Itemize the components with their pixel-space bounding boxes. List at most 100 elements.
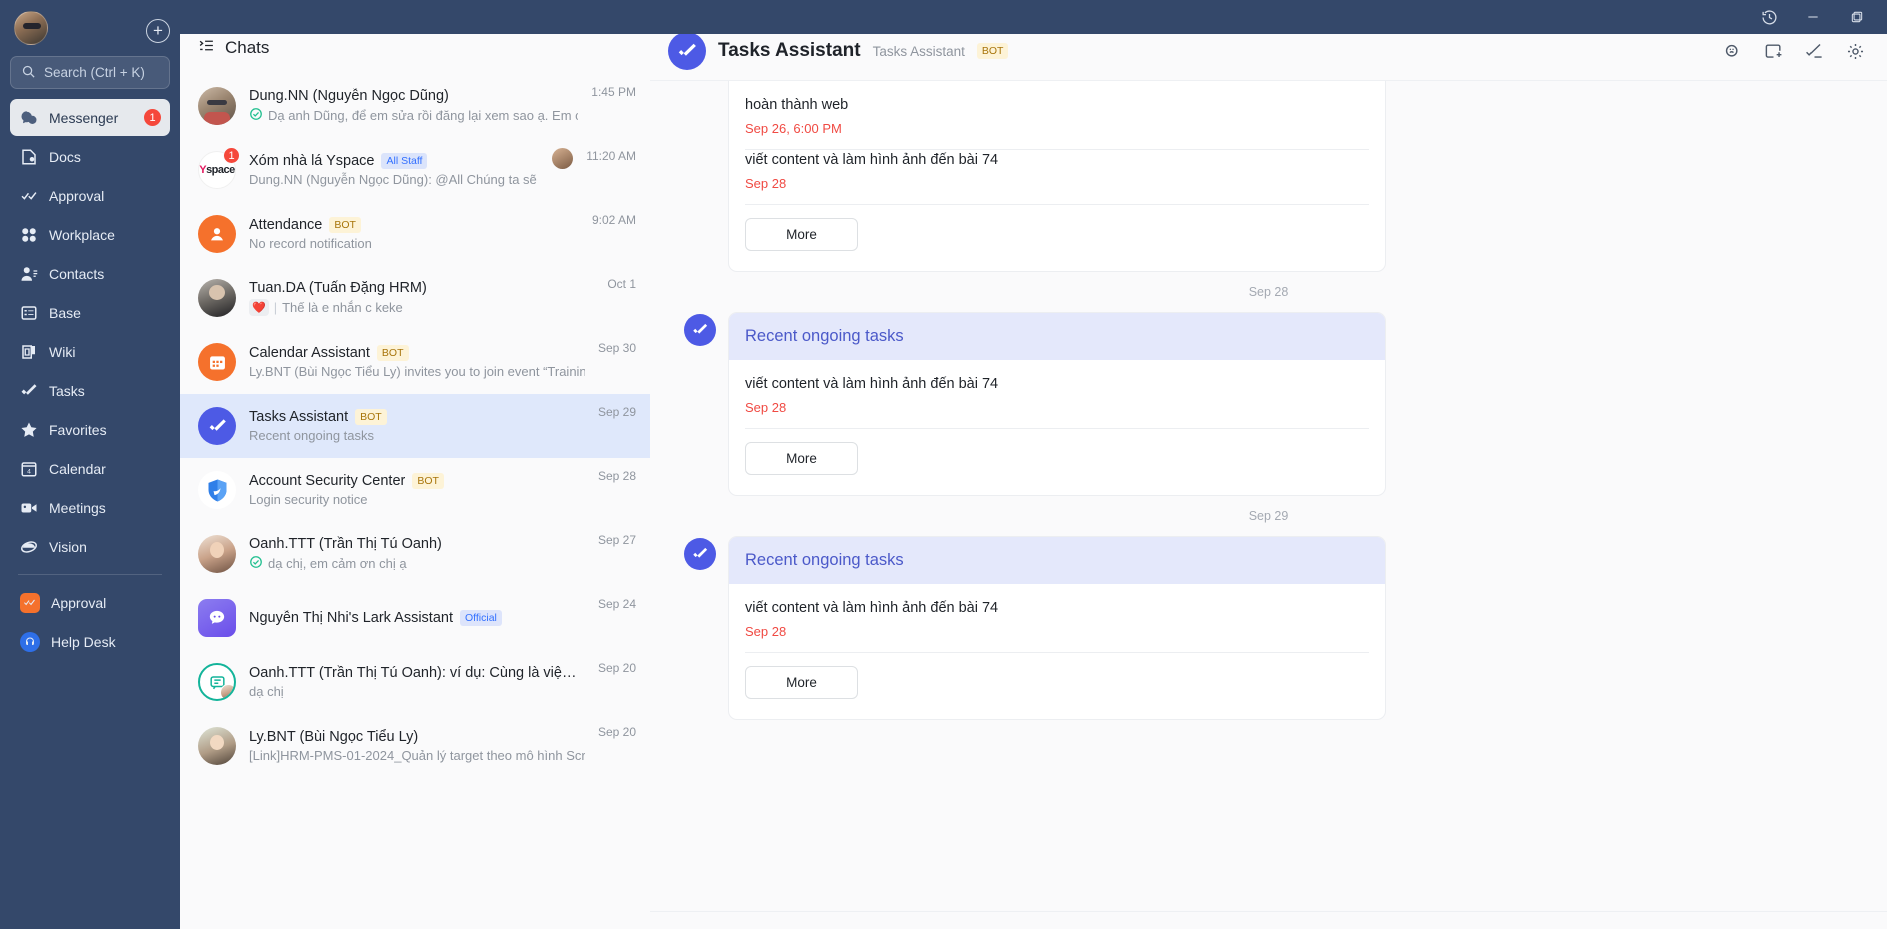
- chat-item-timestamp: Sep 20: [597, 725, 636, 739]
- sidebar-item-vision[interactable]: Vision: [10, 528, 170, 565]
- chat-list-item[interactable]: Yspace 1 Xóm nhà lá Yspace All Staff Dung.NN…: [180, 138, 650, 202]
- sidebar-app-approval[interactable]: Approval: [10, 584, 170, 621]
- chat-item-preview: No record notification: [249, 236, 579, 251]
- sidebar-item-label: Meetings: [49, 499, 106, 516]
- sidebar-item-docs[interactable]: Docs: [10, 138, 170, 175]
- sidebar-item-favorites[interactable]: Favorites: [10, 411, 170, 448]
- task-divider: [745, 652, 1369, 654]
- help-desk-icon: [20, 631, 40, 652]
- window-title-bar: [180, 0, 1887, 34]
- chat-item-timestamp: Sep 28: [597, 469, 636, 483]
- approval-app-icon: [20, 592, 40, 613]
- message-avatar: [684, 538, 716, 571]
- heart-reaction-icon: ❤️: [249, 299, 269, 316]
- task-item: viết content và làm hình ảnh đến bài 74 S…: [745, 374, 1369, 430]
- chat-list-item[interactable]: Calendar Assistant BOT Ly.BNT (Bùi Ngọc Ti…: [180, 330, 650, 394]
- unread-badge: 1: [223, 147, 240, 164]
- chat-item-name: Nguyễn Thị Nhi's Lark Assistant: [249, 610, 453, 626]
- chat-list-item[interactable]: Tasks Assistant BOT Recent ongoing tasks Se…: [180, 394, 650, 458]
- chat-rows-container: Dung.NN (Nguyễn Ngọc Dũng) Dạ anh Dũng, đ…: [180, 74, 650, 778]
- sidebar-item-label: Wiki: [49, 343, 76, 360]
- conversation-panel: Tasks Assistant Tasks Assistant BOT hoàn…: [650, 22, 1887, 929]
- maximize-restore-button[interactable]: [1837, 2, 1877, 32]
- user-avatar[interactable]: [14, 11, 48, 45]
- chat-item-preview-text: Dạ anh Dũng, để em sửa rồi đăng lại xem …: [268, 108, 578, 123]
- task-card: Recent ongoing tasks viết content và làm …: [728, 536, 1386, 721]
- chat-list-item[interactable]: Oanh.TTT (Trần Thị Tú Oanh): ví dụ: Cùng…: [180, 650, 650, 714]
- messenger-unread-badge: 1: [144, 109, 161, 126]
- chat-item-name: Tuan.DA (Tuấn Đặng HRM): [249, 280, 427, 296]
- search-chat-icon[interactable]: [1723, 42, 1742, 61]
- chat-item-body: Oanh.TTT (Trần Thị Tú Oanh): ví dụ: Cùng…: [249, 665, 585, 699]
- sidebar-item-workplace[interactable]: Workplace: [10, 216, 170, 253]
- sidebar-item-messenger[interactable]: Messenger 1: [10, 99, 170, 136]
- lark-app-window: + Search (Ctrl + K) Messenger 1 Docs App…: [0, 0, 1887, 929]
- filter-list-icon[interactable]: [198, 37, 215, 59]
- sidebar-item-meetings[interactable]: Meetings: [10, 489, 170, 526]
- chat-item-title-row: Dung.NN (Nguyễn Ngọc Dũng): [249, 88, 578, 104]
- chat-item-name: Account Security Center: [249, 473, 406, 489]
- conversation-avatar: [668, 32, 706, 70]
- task-item: viết content và làm hình ảnh đến bài 74 S…: [745, 598, 1369, 654]
- message-block: Recent ongoing tasks viết content và làm …: [650, 536, 1887, 721]
- task-item: viết content và làm hình ảnh đến bài 74 S…: [745, 150, 1369, 206]
- chat-item-name: Oanh.TTT (Trần Thị Tú Oanh): ví dụ: Cùng…: [249, 665, 579, 681]
- chat-list-item[interactable]: Nguyễn Thị Nhi's Lark Assistant Official S…: [180, 586, 650, 650]
- chat-item-body: Oanh.TTT (Trần Thị Tú Oanh) dạ chị, em cả…: [249, 536, 585, 572]
- sidebar-app-help-desk[interactable]: Help Desk: [10, 623, 170, 660]
- chat-item-avatar: [198, 87, 236, 125]
- chat-item-title-row: Tasks Assistant BOT: [249, 409, 585, 425]
- chat-item-tag: BOT: [355, 409, 387, 425]
- chat-list-item[interactable]: Dung.NN (Nguyễn Ngọc Dũng) Dạ anh Dũng, đ…: [180, 74, 650, 138]
- chat-item-tag: BOT: [376, 345, 409, 361]
- chat-list-item[interactable]: Attendance BOT No record notification 9:02 …: [180, 202, 650, 266]
- search-icon: [21, 64, 36, 82]
- chat-item-timestamp: 9:02 AM: [591, 213, 636, 227]
- chat-list-item[interactable]: Account Security Center BOT Login security…: [180, 458, 650, 522]
- more-button[interactable]: More: [745, 218, 858, 252]
- chat-list-item[interactable]: Ly.BNT (Bùi Ngọc Tiểu Ly) [Link]HRM-PMS-0…: [180, 714, 650, 778]
- sidebar-item-wiki[interactable]: Wiki: [10, 333, 170, 370]
- task-title: viết content và làm hình ảnh đến bài 74: [745, 376, 999, 393]
- history-icon[interactable]: [1749, 2, 1789, 32]
- sidebar-item-label: Docs: [49, 148, 81, 165]
- chat-item-avatar: Yspace 1: [198, 147, 240, 189]
- rail-top: +: [10, 0, 170, 56]
- chat-item-avatar: [198, 599, 236, 637]
- task-due-date: Sep 28: [745, 624, 787, 640]
- sidebar-item-tasks[interactable]: Tasks: [10, 372, 170, 409]
- chat-item-tag: BOT: [412, 473, 444, 489]
- rail-divider: [18, 574, 162, 575]
- chat-item-timestamp: Sep 30: [597, 341, 636, 355]
- task-check-icon[interactable]: [1805, 42, 1824, 61]
- chat-item-title-row: Attendance BOT: [249, 217, 579, 233]
- chat-item-preview: Login security notice: [249, 492, 585, 507]
- message-blocks-container: hoàn thành web Sep 26, 6:00 PM viết conten…: [650, 81, 1887, 721]
- message-block: Recent ongoing tasks viết content và làm …: [650, 312, 1887, 497]
- chat-item-tag: All Staff: [381, 153, 428, 169]
- more-button[interactable]: More: [745, 442, 858, 476]
- task-title: viết content và làm hình ảnh đến bài 74: [745, 152, 999, 169]
- chat-item-timestamp: 1:45 PM: [591, 85, 636, 99]
- chat-item-preview-text: Dung.NN (Nguyễn Ngọc Dũng): @All Chúng t…: [249, 172, 539, 187]
- chat-list-item[interactable]: Tuan.DA (Tuấn Đặng HRM) ❤️ | Thế là e nhắn …: [180, 266, 650, 330]
- chat-item-preview: [Link]HRM-PMS-01-2024_Quản lý target the…: [249, 748, 585, 763]
- date-divider: Sep 28: [1248, 285, 1289, 300]
- settings-gear-icon[interactable]: [1846, 42, 1865, 61]
- search-input[interactable]: Search (Ctrl + K): [10, 56, 170, 89]
- chat-list-item[interactable]: Oanh.TTT (Trần Thị Tú Oanh) dạ chị, em cả…: [180, 522, 650, 586]
- more-button[interactable]: More: [745, 666, 858, 700]
- chat-item-name: Xóm nhà lá Yspace: [249, 153, 375, 169]
- sidebar-item-calendar[interactable]: 4 Calendar: [10, 450, 170, 487]
- sidebar-item-base[interactable]: Base: [10, 294, 170, 331]
- chat-item-preview: Dạ anh Dũng, để em sửa rồi đăng lại xem …: [249, 107, 578, 124]
- minimize-button[interactable]: [1793, 2, 1833, 32]
- svg-text:4: 4: [27, 468, 31, 475]
- chat-item-preview: dạ chị: [249, 684, 585, 699]
- sidebar-item-contacts[interactable]: Contacts: [10, 255, 170, 292]
- sidebar-item-approval[interactable]: Approval: [10, 177, 170, 214]
- new-item-plus-button[interactable]: +: [146, 19, 170, 43]
- message-area[interactable]: hoàn thành web Sep 26, 6:00 PM viết conten…: [650, 81, 1887, 929]
- add-to-icon[interactable]: [1764, 42, 1783, 61]
- chat-item-name: Ly.BNT (Bùi Ngọc Tiểu Ly): [249, 729, 419, 745]
